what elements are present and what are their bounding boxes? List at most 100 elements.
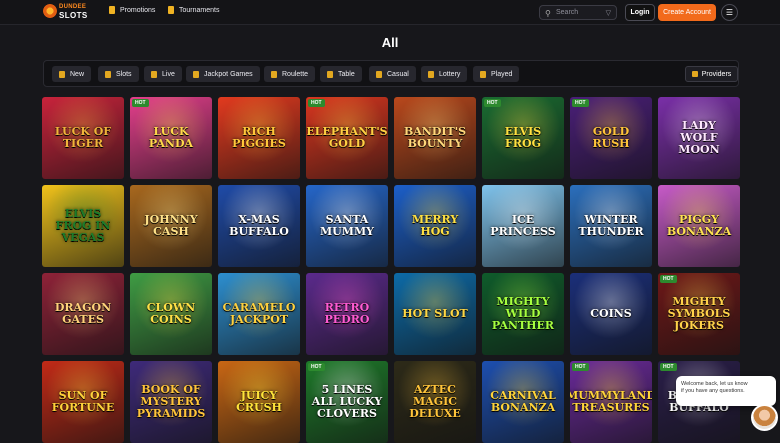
category-label: Jackpot Games: [204, 70, 253, 78]
game-title: Luck Panda: [148, 125, 194, 150]
trophy-icon: [168, 6, 174, 14]
game-title: X-mas Buffalo: [229, 213, 289, 238]
game-title: Mummyland Treasures: [570, 389, 652, 414]
game-tile[interactable]: Mighty Symbols Jokers HOT: [658, 273, 740, 355]
game-title: Elvis Frog in Vegas: [55, 207, 111, 244]
category-casual[interactable]: Casual: [369, 66, 416, 82]
game-tile[interactable]: Ice Princess: [482, 185, 564, 267]
category-live[interactable]: Live: [144, 66, 182, 82]
category-slots[interactable]: Slots: [98, 66, 139, 82]
game-tile[interactable]: Merry Hog: [394, 185, 476, 267]
casual-icon: [376, 70, 382, 78]
game-tile[interactable]: Elvis Frog in Vegas: [42, 185, 124, 267]
category-bar: New Slots Live Jackpot Games Roulette Ta…: [43, 60, 739, 87]
category-label: Table: [338, 70, 355, 78]
category-table[interactable]: Table: [320, 66, 362, 82]
game-tile[interactable]: Clown Coins: [130, 273, 212, 355]
nav-tournaments-label: Tournaments: [179, 6, 220, 14]
live-icon: [151, 70, 157, 78]
game-title: Book of Mystery Pyramids: [136, 383, 206, 420]
search-icon: ⚲: [545, 9, 551, 18]
category-label: Lottery: [439, 70, 461, 78]
category-lottery[interactable]: Lottery: [421, 66, 468, 82]
game-tile[interactable]: Aztec Magic Deluxe: [394, 361, 476, 443]
game-title: Clown Coins: [146, 301, 196, 326]
game-title: Carnival Bonanza: [490, 389, 556, 414]
table-icon: [327, 70, 333, 78]
chat-bubble[interactable]: Welcome back, let us know if you have an…: [676, 376, 776, 406]
roulette-icon: [271, 70, 277, 78]
game-title: Luck of Tiger: [54, 125, 112, 150]
game-title: Ice Princess: [490, 213, 556, 238]
game-tile[interactable]: X-mas Buffalo: [218, 185, 300, 267]
game-tile[interactable]: Hot Slot: [394, 273, 476, 355]
game-tile[interactable]: Johnny Cash: [130, 185, 212, 267]
game-title: Mighty Wild Panther: [491, 295, 555, 332]
game-tile[interactable]: 5 Lines All Lucky Clovers HOT: [306, 361, 388, 443]
filter-icon[interactable]: ▽: [606, 9, 611, 17]
game-title: Santa Mummy: [320, 213, 374, 238]
logo-text-top: DUNDEE: [59, 4, 87, 10]
providers-label: Providers: [701, 70, 732, 78]
game-title: Elephant's Gold: [306, 125, 388, 150]
game-tile[interactable]: Sun of Fortune: [42, 361, 124, 443]
game-title: Bandit's Bounty: [403, 125, 467, 150]
nav-tournaments[interactable]: Tournaments: [168, 6, 219, 14]
game-tile[interactable]: Rich Piggies: [218, 97, 300, 179]
game-tile[interactable]: Mighty Wild Panther: [482, 273, 564, 355]
game-title: Aztec Magic Deluxe: [409, 383, 461, 420]
jackpot-icon: [193, 70, 199, 78]
game-tile[interactable]: Coins: [570, 273, 652, 355]
category-label: Roulette: [282, 70, 309, 78]
logo-mark-icon: [43, 4, 57, 18]
category-label: Casual: [387, 70, 409, 78]
site-logo[interactable]: DUNDEE SLOTS: [43, 3, 95, 21]
game-tile[interactable]: Gold Rush HOT: [570, 97, 652, 179]
game-title: Elvis Frog: [504, 125, 542, 150]
category-played[interactable]: Played: [473, 66, 520, 82]
game-tile[interactable]: Piggy Bonanza: [658, 185, 740, 267]
game-tile[interactable]: Winter Thunder: [570, 185, 652, 267]
lottery-icon: [428, 70, 434, 78]
promotions-icon: [109, 6, 115, 14]
providers-button[interactable]: Providers: [685, 66, 738, 82]
hot-badge: HOT: [660, 363, 677, 371]
create-account-button[interactable]: Create Account: [658, 4, 716, 21]
category-label: New: [70, 70, 85, 78]
game-tile[interactable]: Elephant's Gold HOT: [306, 97, 388, 179]
game-tile[interactable]: Mummyland Treasures HOT: [570, 361, 652, 443]
nav-promotions[interactable]: Promotions: [109, 6, 155, 14]
game-title: Lady Wolf Moon: [678, 119, 720, 156]
page-title: All: [381, 35, 399, 50]
game-title: Rich Piggies: [232, 125, 286, 150]
game-tile[interactable]: Luck of Tiger: [42, 97, 124, 179]
search-input[interactable]: ⚲ Search ▽: [539, 5, 617, 20]
game-tile[interactable]: Book of Mystery Pyramids: [130, 361, 212, 443]
game-tile[interactable]: Retro Pedro: [306, 273, 388, 355]
game-tile[interactable]: Lady Wolf Moon: [658, 97, 740, 179]
game-title: Piggy Bonanza: [666, 213, 732, 238]
game-tile[interactable]: Carnival Bonanza: [482, 361, 564, 443]
game-tile[interactable]: Santa Mummy: [306, 185, 388, 267]
category-jackpot-games[interactable]: Jackpot Games: [186, 66, 260, 82]
category-new[interactable]: New: [52, 66, 92, 82]
top-bar: DUNDEE SLOTS Promotions Tournaments ⚲ Se…: [0, 0, 780, 25]
login-button[interactable]: Login: [625, 4, 655, 21]
hot-badge: HOT: [308, 99, 325, 107]
game-tile[interactable]: Juicy Crush: [218, 361, 300, 443]
nav-promotions-label: Promotions: [120, 6, 156, 14]
hot-badge: HOT: [572, 99, 589, 107]
game-tile[interactable]: Elvis Frog HOT: [482, 97, 564, 179]
game-tile[interactable]: Luck Panda HOT: [130, 97, 212, 179]
hot-badge: HOT: [572, 363, 589, 371]
category-roulette[interactable]: Roulette: [264, 66, 316, 82]
game-tile[interactable]: Bandit's Bounty: [394, 97, 476, 179]
game-title: Sun of Fortune: [51, 389, 115, 414]
menu-icon[interactable]: ☰: [721, 4, 738, 21]
game-tile[interactable]: Caramelo Jackpot: [218, 273, 300, 355]
logo-text-bottom: SLOTS: [59, 11, 88, 20]
game-title: Gold Rush: [592, 125, 630, 150]
game-tile[interactable]: Dragon Gates: [42, 273, 124, 355]
game-title: Caramelo Jackpot: [222, 301, 296, 326]
support-avatar[interactable]: [751, 404, 778, 431]
